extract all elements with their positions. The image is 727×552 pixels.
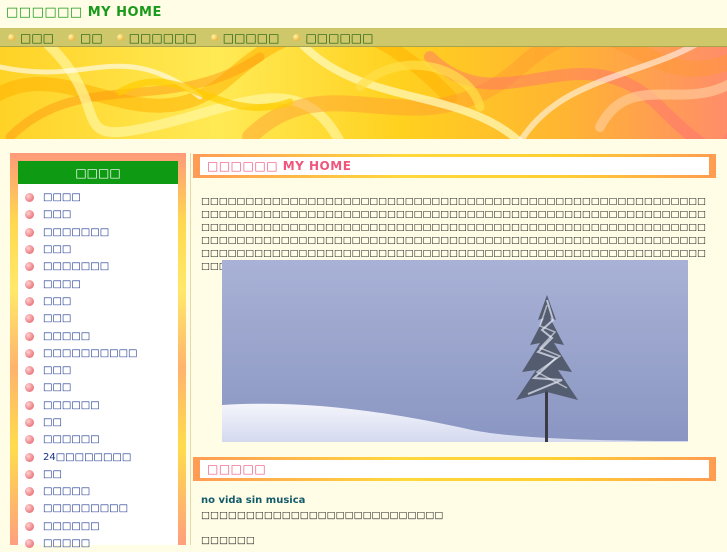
news-link[interactable]: no vida sin musica <box>201 495 305 506</box>
category-label: □□□□□□□□□ <box>43 503 129 515</box>
category-label: □□□□□ <box>43 330 91 342</box>
category-item[interactable]: □□□ <box>22 379 137 396</box>
category-item[interactable]: □□□□□ <box>22 483 137 500</box>
bullet-icon <box>25 262 34 272</box>
category-item[interactable]: □□□ <box>22 362 137 379</box>
category-label: □□□ <box>43 313 72 325</box>
category-list: □□□□ □□□ □□□□□□□ □□□ □□□□□□□ □□□□ □□□ □□… <box>22 189 137 552</box>
bullet-icon <box>25 418 34 427</box>
bullet-icon <box>116 34 124 41</box>
category-label: □□□□□□ <box>43 434 100 446</box>
category-label: □□□ <box>43 382 72 394</box>
nav-item-label: □□ <box>80 30 103 45</box>
nav-item-1[interactable]: □□□ <box>8 31 54 45</box>
category-item[interactable]: □□ <box>22 466 137 483</box>
sidebar-header: □□□□ <box>18 161 178 184</box>
category-item[interactable]: □□□□□□ <box>22 518 137 535</box>
bullet-icon <box>293 34 301 41</box>
bullet-icon <box>25 210 34 220</box>
bullet-icon <box>25 504 34 514</box>
category-label: □□ <box>43 468 62 480</box>
category-item[interactable]: □□□ <box>22 241 137 258</box>
bullet-icon <box>25 193 34 203</box>
bullet-icon <box>25 279 34 289</box>
category-item[interactable]: □□□□□□□ <box>22 224 137 241</box>
category-label: □□□□ <box>43 192 81 204</box>
category-item[interactable]: □□□ <box>22 310 137 327</box>
news-subtext: □□□□□□ <box>201 535 255 546</box>
bullet-icon <box>25 469 34 479</box>
category-label: 24□□□□□□□□ <box>43 451 132 463</box>
winter-tree-photo <box>222 260 688 442</box>
category-item[interactable]: □□□□□□□□□□ <box>22 345 137 362</box>
category-item[interactable]: □□□ <box>22 206 137 223</box>
bullet-icon <box>25 383 34 393</box>
bullet-icon <box>25 245 34 255</box>
nav-item-4[interactable]: □□□□□ <box>210 30 280 45</box>
bullet-icon <box>25 348 34 358</box>
nav-bar: □□□ □□ □□□□□□ □□□□□ □□□□□□ <box>0 29 727 47</box>
bullet-icon <box>25 435 34 445</box>
category-label: □□□□□□□ <box>43 226 110 238</box>
main-section-header: □□□□□□ MY HOME <box>193 154 716 178</box>
category-item[interactable]: □□□□ <box>22 275 137 292</box>
category-item[interactable]: □□□□□ <box>22 535 137 552</box>
category-label: □□□□□□ <box>43 399 100 411</box>
header-banner <box>0 47 727 139</box>
category-item[interactable]: □□ <box>22 414 137 431</box>
category-item[interactable]: □□□□□□□□□ <box>22 500 137 517</box>
bullet-icon <box>25 400 34 410</box>
bullet-icon <box>25 314 34 324</box>
nav-item-label: □□□□□□ <box>305 30 374 45</box>
category-label: □□□ <box>43 244 72 256</box>
bullet-icon <box>25 331 34 341</box>
category-label: □□□□□□□□□□ <box>43 347 138 359</box>
bullet-icon <box>25 539 34 549</box>
category-item[interactable]: □□□ <box>22 293 137 310</box>
category-item[interactable]: 24□□□□□□□□ <box>22 448 137 465</box>
section-title-box: □□□□□ <box>200 460 709 478</box>
bullet-icon <box>25 227 34 237</box>
nav-item-label: □□□□□□ <box>128 30 197 45</box>
category-item[interactable]: □□□□□ <box>22 327 137 344</box>
bullet-icon <box>25 296 34 306</box>
column-divider <box>190 153 191 545</box>
section-title: □□□□□□ MY HOME <box>207 159 352 173</box>
nav-item-5[interactable]: □□□□□□ <box>293 31 373 45</box>
category-item[interactable]: □□□□□□ <box>22 397 137 414</box>
category-label: □□□□□□□ <box>43 261 110 273</box>
nav-item-2[interactable]: □□ <box>68 31 103 45</box>
category-item[interactable]: □□□□□□□ <box>22 258 137 275</box>
news-section-header: □□□□□ <box>193 457 716 481</box>
category-item[interactable]: □□□□□□ <box>22 431 137 448</box>
category-label: □□ <box>43 417 62 428</box>
category-label: □□□□ <box>43 278 81 290</box>
category-label: □□□□□ <box>43 486 91 498</box>
section-title-box: □□□□□□ MY HOME <box>200 157 709 175</box>
bullet-icon <box>25 366 34 376</box>
bullet-icon <box>68 34 76 41</box>
nav-item-3[interactable]: □□□□□□ <box>116 30 197 45</box>
category-label: □□□ <box>43 295 72 307</box>
nav-item-label: □□□ <box>20 30 55 45</box>
category-label: □□□□□ <box>43 538 91 550</box>
bullet-icon <box>25 452 34 462</box>
site-title[interactable]: □□□□□□ MY HOME <box>6 5 162 20</box>
bullet-icon <box>8 34 15 41</box>
section-title: □□□□□ <box>207 462 267 476</box>
category-label: □□□ <box>43 365 72 377</box>
category-label: □□□ <box>43 209 72 221</box>
bullet-icon <box>25 487 34 497</box>
bullet-icon <box>210 34 218 41</box>
news-description: □□□□□□□□□□□□□□□□□□□□□□□□□□□ <box>201 510 444 521</box>
category-item[interactable]: □□□□ <box>22 189 137 206</box>
bullet-icon <box>25 521 34 531</box>
category-label: □□□□□□ <box>43 520 100 532</box>
nav-item-label: □□□□□ <box>222 30 280 45</box>
